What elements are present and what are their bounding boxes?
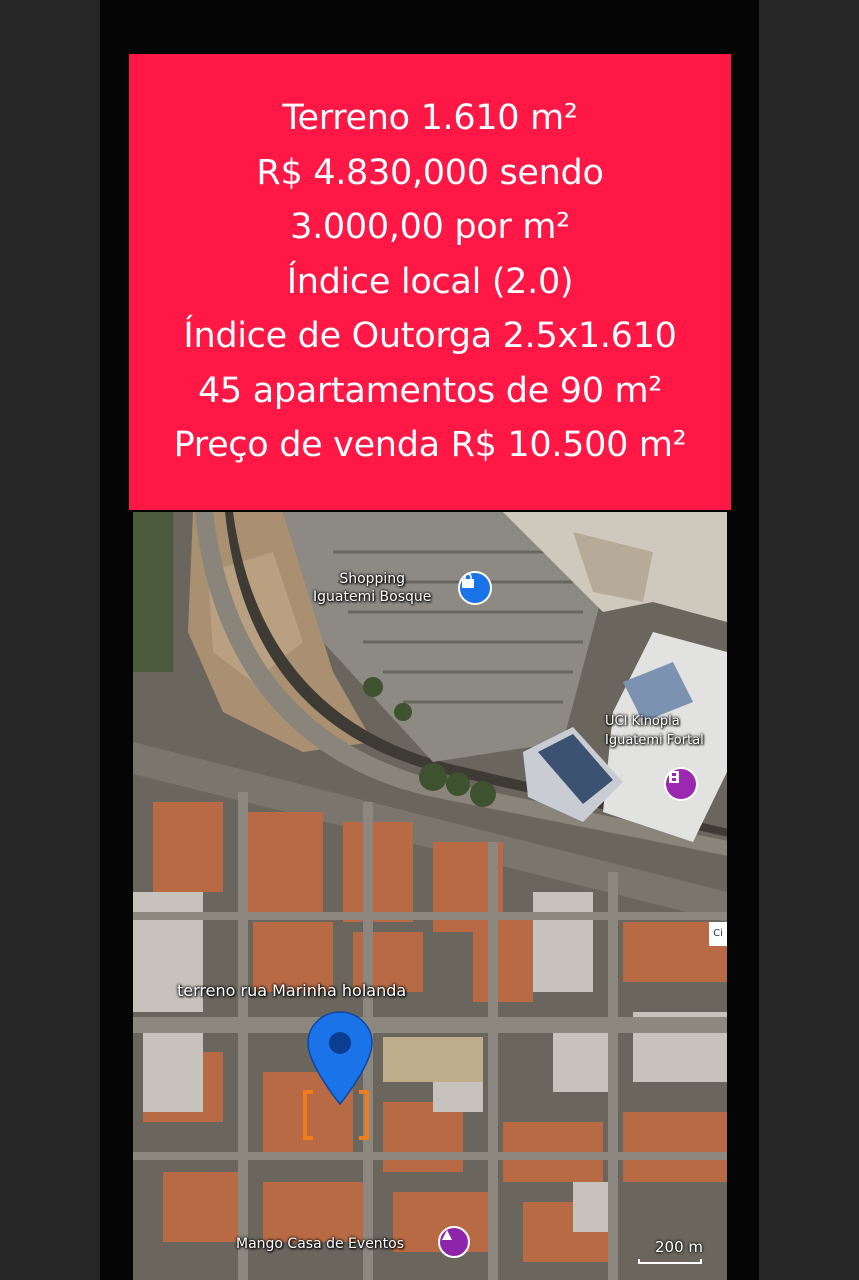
location-pin-icon[interactable] bbox=[305, 1010, 375, 1106]
info-line-land-area: Terreno 1.610 m² bbox=[282, 98, 578, 139]
satellite-imagery bbox=[133, 512, 727, 1280]
info-line-sale-price: Preço de venda R$ 10.500 m² bbox=[173, 425, 687, 466]
shopping-label-line2: Iguatemi Bosque bbox=[313, 589, 432, 605]
info-line-local-index: Índice local (2.0) bbox=[286, 261, 574, 302]
shopping-bag-icon[interactable] bbox=[458, 571, 492, 605]
edge-marker[interactable]: Ci bbox=[709, 922, 727, 946]
event-icon[interactable] bbox=[438, 1226, 470, 1258]
satellite-map[interactable]: Shopping Iguatemi Bosque UCI Kinopla Igu… bbox=[133, 512, 727, 1280]
scale-label: 200 m bbox=[654, 1238, 703, 1256]
cinema-label-line2: Iguatemi Fortal bbox=[605, 733, 704, 748]
film-icon[interactable] bbox=[664, 767, 698, 801]
left-margin bbox=[0, 0, 100, 1280]
info-line-price: R$ 4.830,000 sendo bbox=[256, 152, 604, 193]
shopping-label[interactable]: Shopping Iguatemi Bosque bbox=[313, 570, 431, 606]
event-label[interactable]: Mango Casa de Eventos bbox=[236, 1235, 404, 1253]
pin-label[interactable]: terreno rua Marinha holanda bbox=[177, 982, 406, 1000]
shopping-label-line1: Shopping bbox=[339, 571, 406, 587]
info-line-grant-index: Índice de Outorga 2.5x1.610 bbox=[183, 316, 677, 357]
info-line-price-per-m2: 3.000,00 por m² bbox=[290, 207, 570, 248]
info-panel: Terreno 1.610 m² R$ 4.830,000 sendo 3.00… bbox=[129, 54, 731, 510]
right-margin bbox=[759, 0, 859, 1280]
info-line-apartments: 45 apartamentos de 90 m² bbox=[197, 370, 663, 411]
cinema-label[interactable]: UCI Kinopla Iguatemi Fortal bbox=[605, 712, 704, 750]
cinema-label-line1: UCI Kinopla bbox=[605, 714, 680, 729]
scale-bar bbox=[638, 1259, 702, 1264]
